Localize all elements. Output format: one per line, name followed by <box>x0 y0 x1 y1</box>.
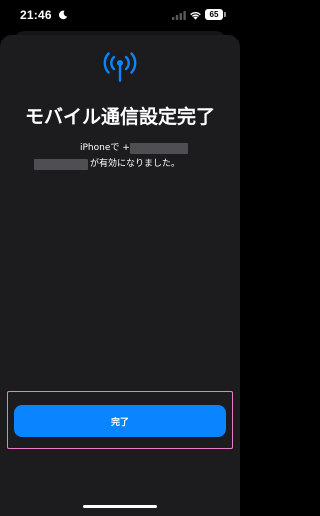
page-title: モバイル通信設定完了 <box>24 106 215 128</box>
battery-icon: 65 <box>205 9 223 20</box>
done-button[interactable]: 完了 <box>14 405 226 437</box>
message-line2: が有効になりました。 <box>90 159 181 169</box>
redacted-phone-number <box>130 143 188 154</box>
wifi-icon <box>190 12 201 20</box>
status-time: 21:46 <box>20 8 52 22</box>
screen: 21:46 65 モバイル通信設定完了 iPhoneで +81 が有効になりまし… <box>0 0 240 516</box>
moon-icon <box>58 10 68 20</box>
status-bar: 21:46 65 <box>0 0 240 34</box>
battery-tip <box>224 12 226 17</box>
home-indicator[interactable] <box>83 505 157 508</box>
signal-icon <box>172 11 186 20</box>
antenna-icon <box>103 52 137 82</box>
redacted-phone-number-cont <box>34 159 88 170</box>
